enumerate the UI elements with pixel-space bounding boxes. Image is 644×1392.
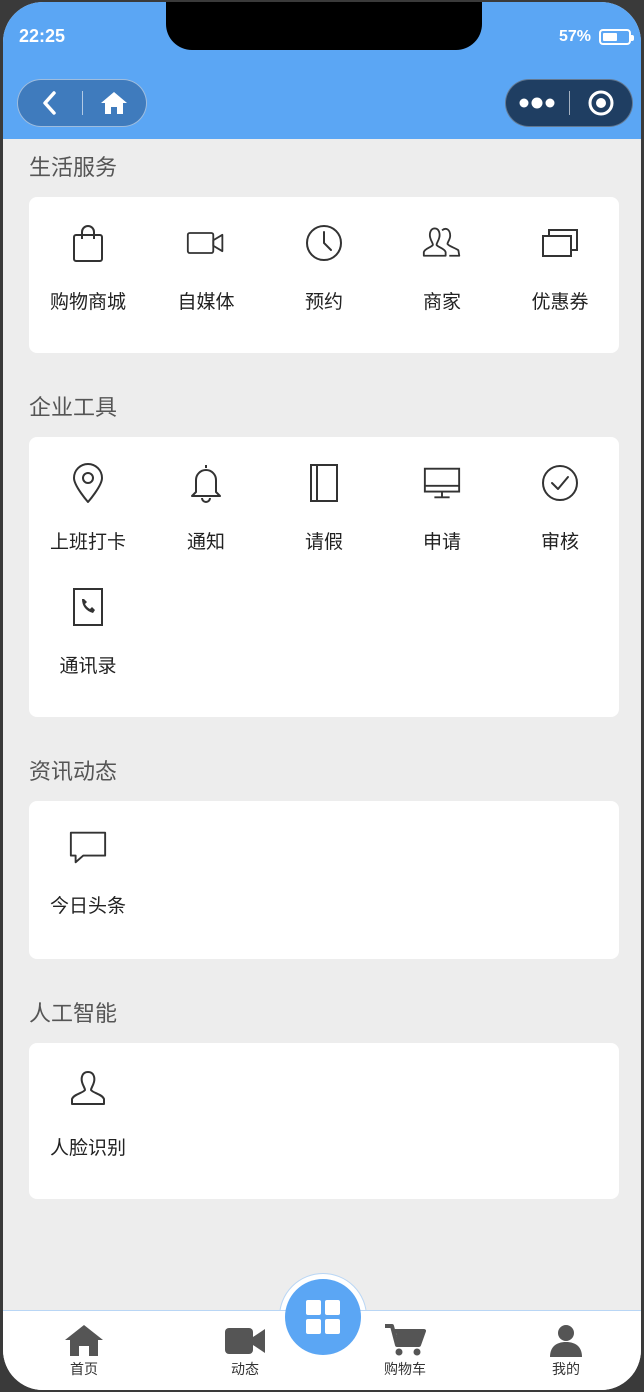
center-grid-button[interactable] [285, 1279, 361, 1355]
grid-item-coupon[interactable]: 优惠券 [501, 197, 619, 317]
tab-label: 购物车 [384, 1362, 426, 1378]
section-title-life-services: 生活服务 [29, 156, 118, 181]
person-icon [71, 1071, 105, 1105]
bell-icon [191, 465, 221, 503]
grid-item-label: 申请 [422, 531, 461, 553]
home-icon [65, 1325, 103, 1356]
status-time: 22:25 [19, 26, 66, 46]
nav-capsule-left [17, 79, 147, 127]
user-icon [550, 1325, 582, 1357]
users-icon [422, 227, 461, 257]
location-pin-icon [73, 463, 103, 503]
status-right: 57% [558, 28, 634, 46]
grid-item-label: 上班打卡 [49, 531, 126, 553]
grid-item-label: 通知 [186, 531, 225, 553]
grid-item-headlines[interactable]: 今日头条 [29, 801, 147, 921]
back-arrow-icon [43, 91, 56, 115]
grid-item-clock-in[interactable]: 上班打卡 [29, 437, 147, 557]
top-navigation-bar: 22:25 57% [3, 2, 641, 139]
section-title-news: 资讯动态 [29, 760, 118, 785]
grid-item-self-media[interactable]: 自媒体 [147, 197, 265, 317]
target-circle-icon [588, 90, 614, 116]
phone-screen: 22:25 57% 生活服务 购物商城 自媒体 预约 商家 优惠券 企业工具 上… [3, 2, 641, 1390]
grid-item-label: 商家 [422, 291, 461, 313]
book-icon [310, 464, 338, 502]
grid-item-label: 预约 [304, 291, 343, 313]
nav-capsule-right [505, 79, 633, 127]
tab-label: 首页 [70, 1362, 98, 1378]
home-button[interactable] [83, 80, 147, 126]
tab-home[interactable]: 首页 [34, 1323, 134, 1379]
home-icon [101, 92, 128, 114]
more-button[interactable] [506, 80, 569, 126]
cart-icon [385, 1324, 426, 1356]
battery-percentage: 57% [558, 28, 591, 45]
tab-label: 我的 [552, 1362, 580, 1378]
chat-bubble-icon [69, 831, 107, 864]
grid-item-merchants[interactable]: 商家 [383, 197, 501, 317]
grid-item-label: 请假 [304, 531, 343, 553]
grid-item-label: 优惠券 [531, 291, 589, 313]
card-ai: 人脸识别 [29, 1043, 619, 1199]
phone-contact-icon [73, 588, 103, 626]
grid-item-review[interactable]: 审核 [501, 437, 619, 557]
close-miniprogram-button[interactable] [569, 80, 632, 126]
shopping-bag-icon [73, 225, 103, 262]
back-button[interactable] [18, 80, 82, 126]
grid-item-contacts[interactable]: 通讯录 [29, 561, 147, 681]
grid-item-apply[interactable]: 申请 [383, 437, 501, 557]
grid-item-label: 通讯录 [59, 655, 117, 677]
tab-mine[interactable]: 我的 [516, 1323, 616, 1379]
grid-item-label: 今日头条 [49, 895, 126, 917]
grid-item-appointment[interactable]: 预约 [265, 197, 383, 317]
grid-item-label: 审核 [540, 531, 579, 553]
card-enterprise-tools: 上班打卡 通知 请假 申请 审核 通讯录 [29, 437, 619, 717]
grid-item-notice[interactable]: 通知 [147, 437, 265, 557]
coupon-icon [542, 229, 578, 257]
video-camera-icon [186, 232, 224, 254]
battery-icon [599, 29, 634, 45]
check-circle-icon [542, 465, 578, 501]
device-notch [166, 2, 482, 50]
card-news: 今日头条 [29, 801, 619, 959]
grid-item-label: 购物商城 [49, 291, 126, 313]
more-dots-icon [519, 97, 555, 109]
grid-item-label: 自媒体 [177, 291, 235, 313]
grid-item-label: 人脸识别 [49, 1137, 126, 1159]
section-title-ai: 人工智能 [29, 1002, 118, 1027]
section-title-enterprise-tools: 企业工具 [29, 396, 118, 421]
video-icon [225, 1328, 265, 1354]
tab-label: 动态 [231, 1362, 259, 1378]
grid-item-leave[interactable]: 请假 [265, 437, 383, 557]
grid-item-face-recognition[interactable]: 人脸识别 [29, 1043, 147, 1163]
monitor-icon [423, 467, 461, 499]
card-life-services: 购物商城 自媒体 预约 商家 优惠券 [29, 197, 619, 353]
grid-item-shopping-mall[interactable]: 购物商城 [29, 197, 147, 317]
clock-icon [306, 225, 342, 261]
grid-icon [306, 1300, 340, 1334]
